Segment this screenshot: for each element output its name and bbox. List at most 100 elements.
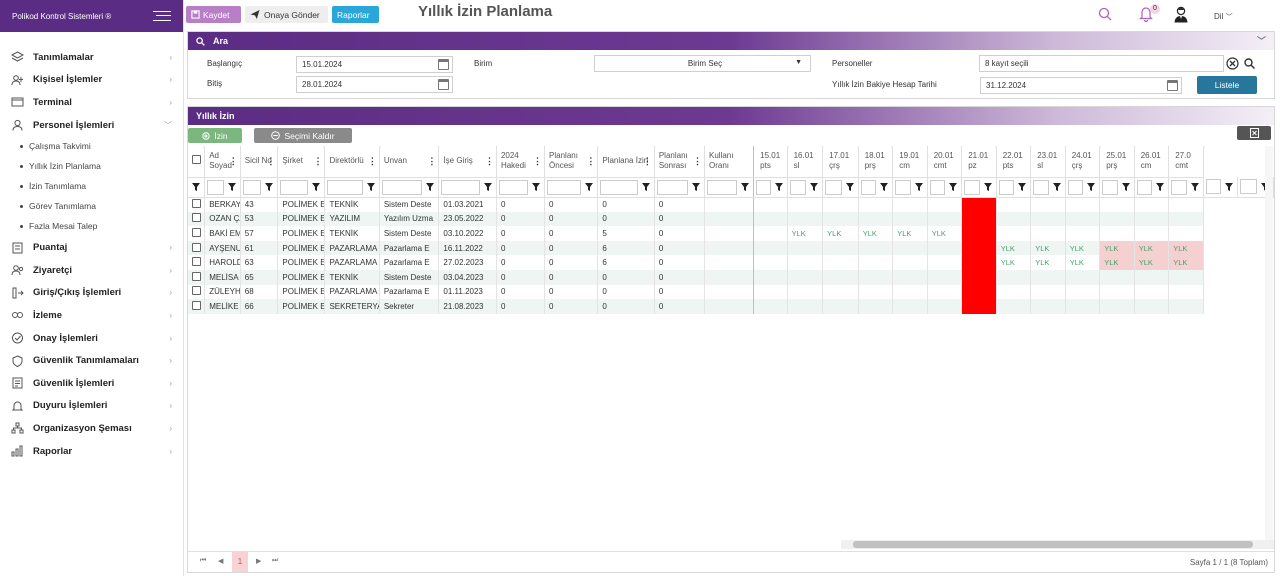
filter-icon[interactable] [1018,183,1027,191]
day-cell[interactable] [753,211,788,227]
sidebar-subitem[interactable]: Fazla Mesai Talep [0,216,183,236]
filter-icon[interactable] [585,183,594,191]
day-cell[interactable] [858,211,894,227]
filter-icon[interactable] [312,183,321,191]
column-header[interactable]: Direktörlü ⋮ [324,146,380,178]
day-column-header[interactable]: 23.01 sl [1030,146,1066,178]
filter-icon[interactable] [914,183,923,191]
day-cell[interactable] [892,299,928,314]
day-cell[interactable] [1134,211,1170,227]
day-cell[interactable] [1065,211,1101,227]
day-cell[interactable]: YLK [1168,240,1204,256]
send-approval-button[interactable]: Onaya Gönder [245,6,328,23]
day-cell[interactable] [1030,197,1066,212]
filter-input[interactable] [1136,179,1153,195]
filter-icon[interactable] [1052,183,1061,191]
filter-input[interactable] [789,179,807,195]
column-header[interactable]: Ad Soyad ⋮ [204,146,241,178]
day-cell[interactable] [858,299,894,314]
day-cell[interactable]: YLK [996,240,1032,256]
day-cell[interactable]: YLK [927,226,963,241]
day-cell[interactable] [1099,197,1135,212]
search-icon[interactable] [1244,58,1255,69]
day-cell[interactable] [787,197,824,212]
calendar-icon[interactable] [438,59,449,70]
day-cell[interactable] [996,299,1032,314]
column-menu-icon[interactable]: ⋮ [368,156,377,166]
day-cell[interactable] [961,211,997,227]
filter-icon[interactable] [1190,183,1199,191]
column-menu-icon[interactable]: ⋮ [586,156,595,166]
day-cell[interactable] [1134,284,1170,300]
day-cell[interactable] [753,226,788,241]
row-checkbox[interactable] [191,213,201,223]
calendar-icon[interactable] [1167,80,1178,91]
day-cell[interactable] [1168,269,1204,285]
day-cell[interactable] [1099,299,1135,314]
day-cell[interactable] [822,284,859,300]
column-header[interactable]: Sicil No ⋮ [240,146,279,178]
filter-icon[interactable] [1121,183,1130,191]
day-cell[interactable]: YLK [822,226,859,241]
day-cell[interactable] [996,269,1032,285]
day-cell[interactable]: YLK [787,226,824,241]
hamburger-menu-icon[interactable] [153,11,171,21]
day-column-header[interactable]: 19.01 cm [892,146,928,178]
day-cell[interactable] [996,197,1032,212]
day-cell[interactable] [822,299,859,314]
day-cell[interactable] [1168,211,1204,227]
column-header[interactable]: 2024 Hakedi ⋮ [496,146,546,178]
filter-icon[interactable] [426,183,435,191]
day-cell[interactable] [1065,269,1101,285]
calendar-icon[interactable] [438,79,449,90]
prev-page-icon[interactable]: ◀ [218,557,223,565]
day-cell[interactable]: YLK [1134,240,1170,256]
filter-input[interactable] [1205,179,1222,195]
filter-icon[interactable] [265,183,274,191]
day-cell[interactable] [892,269,928,285]
day-cell[interactable] [1168,299,1204,314]
filter-icon[interactable] [741,183,750,191]
sidebar-subitem[interactable]: Yıllık İzin Planlama [0,156,183,176]
filter-icon[interactable] [641,183,650,191]
column-header[interactable]: Planlanı Sonrası ⋮ [654,146,706,178]
day-cell[interactable] [753,240,788,256]
sidebar-item-organizasyon-şeması[interactable]: Organizasyon Şeması › [0,417,183,440]
day-cell[interactable] [822,197,859,212]
search-panel-header[interactable]: Ara ﹀ [188,32,1274,50]
column-header[interactable]: Unvan ⋮ [379,146,440,178]
filter-icon[interactable] [1087,183,1096,191]
day-cell[interactable] [996,211,1032,227]
filter-icon[interactable] [880,183,889,191]
day-cell[interactable] [996,226,1032,241]
day-cell[interactable]: YLK [1099,240,1135,256]
filter-input[interactable] [242,179,262,195]
day-column-header[interactable]: 26.01 cm [1134,146,1170,178]
row-checkbox[interactable] [191,257,201,267]
day-cell[interactable] [753,269,788,285]
table-row[interactable]: MELİSA ÖLMEZ65POLİMEK ELEKTROTEKNİKSiste… [188,269,1274,285]
day-cell[interactable] [753,299,788,314]
day-column-header[interactable]: 24.01 çrş [1065,146,1101,178]
filter-input[interactable] [381,179,423,195]
column-menu-icon[interactable]: ⋮ [533,156,542,166]
day-cell[interactable] [892,211,928,227]
column-menu-icon[interactable]: ⋮ [485,156,494,166]
current-page[interactable]: 1 [232,552,248,572]
start-date-input[interactable]: 15.01.2024 [296,56,453,73]
sidebar-item-ziyaretçi[interactable]: Ziyaretçi › [0,259,183,282]
filter-input[interactable] [964,179,980,195]
day-column-header[interactable]: 21.01 pz [961,146,997,178]
day-cell[interactable] [787,211,824,227]
day-cell[interactable] [927,211,963,227]
filter-input[interactable] [1102,179,1118,195]
sidebar-item-kişisel-i-şlemler[interactable]: Kişisel İşlemler › [0,69,183,92]
day-cell[interactable] [858,240,894,256]
sidebar-item-giriş-çıkış-i-şlemleri[interactable]: Giriş/Çıkış İşlemleri › [0,282,183,305]
sidebar-subitem[interactable]: Görev Tanımlama [0,196,183,216]
filter-input[interactable] [280,179,309,195]
day-cell[interactable] [892,197,928,212]
sidebar-item-puantaj[interactable]: Puantaj › [0,236,183,259]
day-cell[interactable] [753,255,788,270]
search-icon[interactable] [1098,7,1112,21]
